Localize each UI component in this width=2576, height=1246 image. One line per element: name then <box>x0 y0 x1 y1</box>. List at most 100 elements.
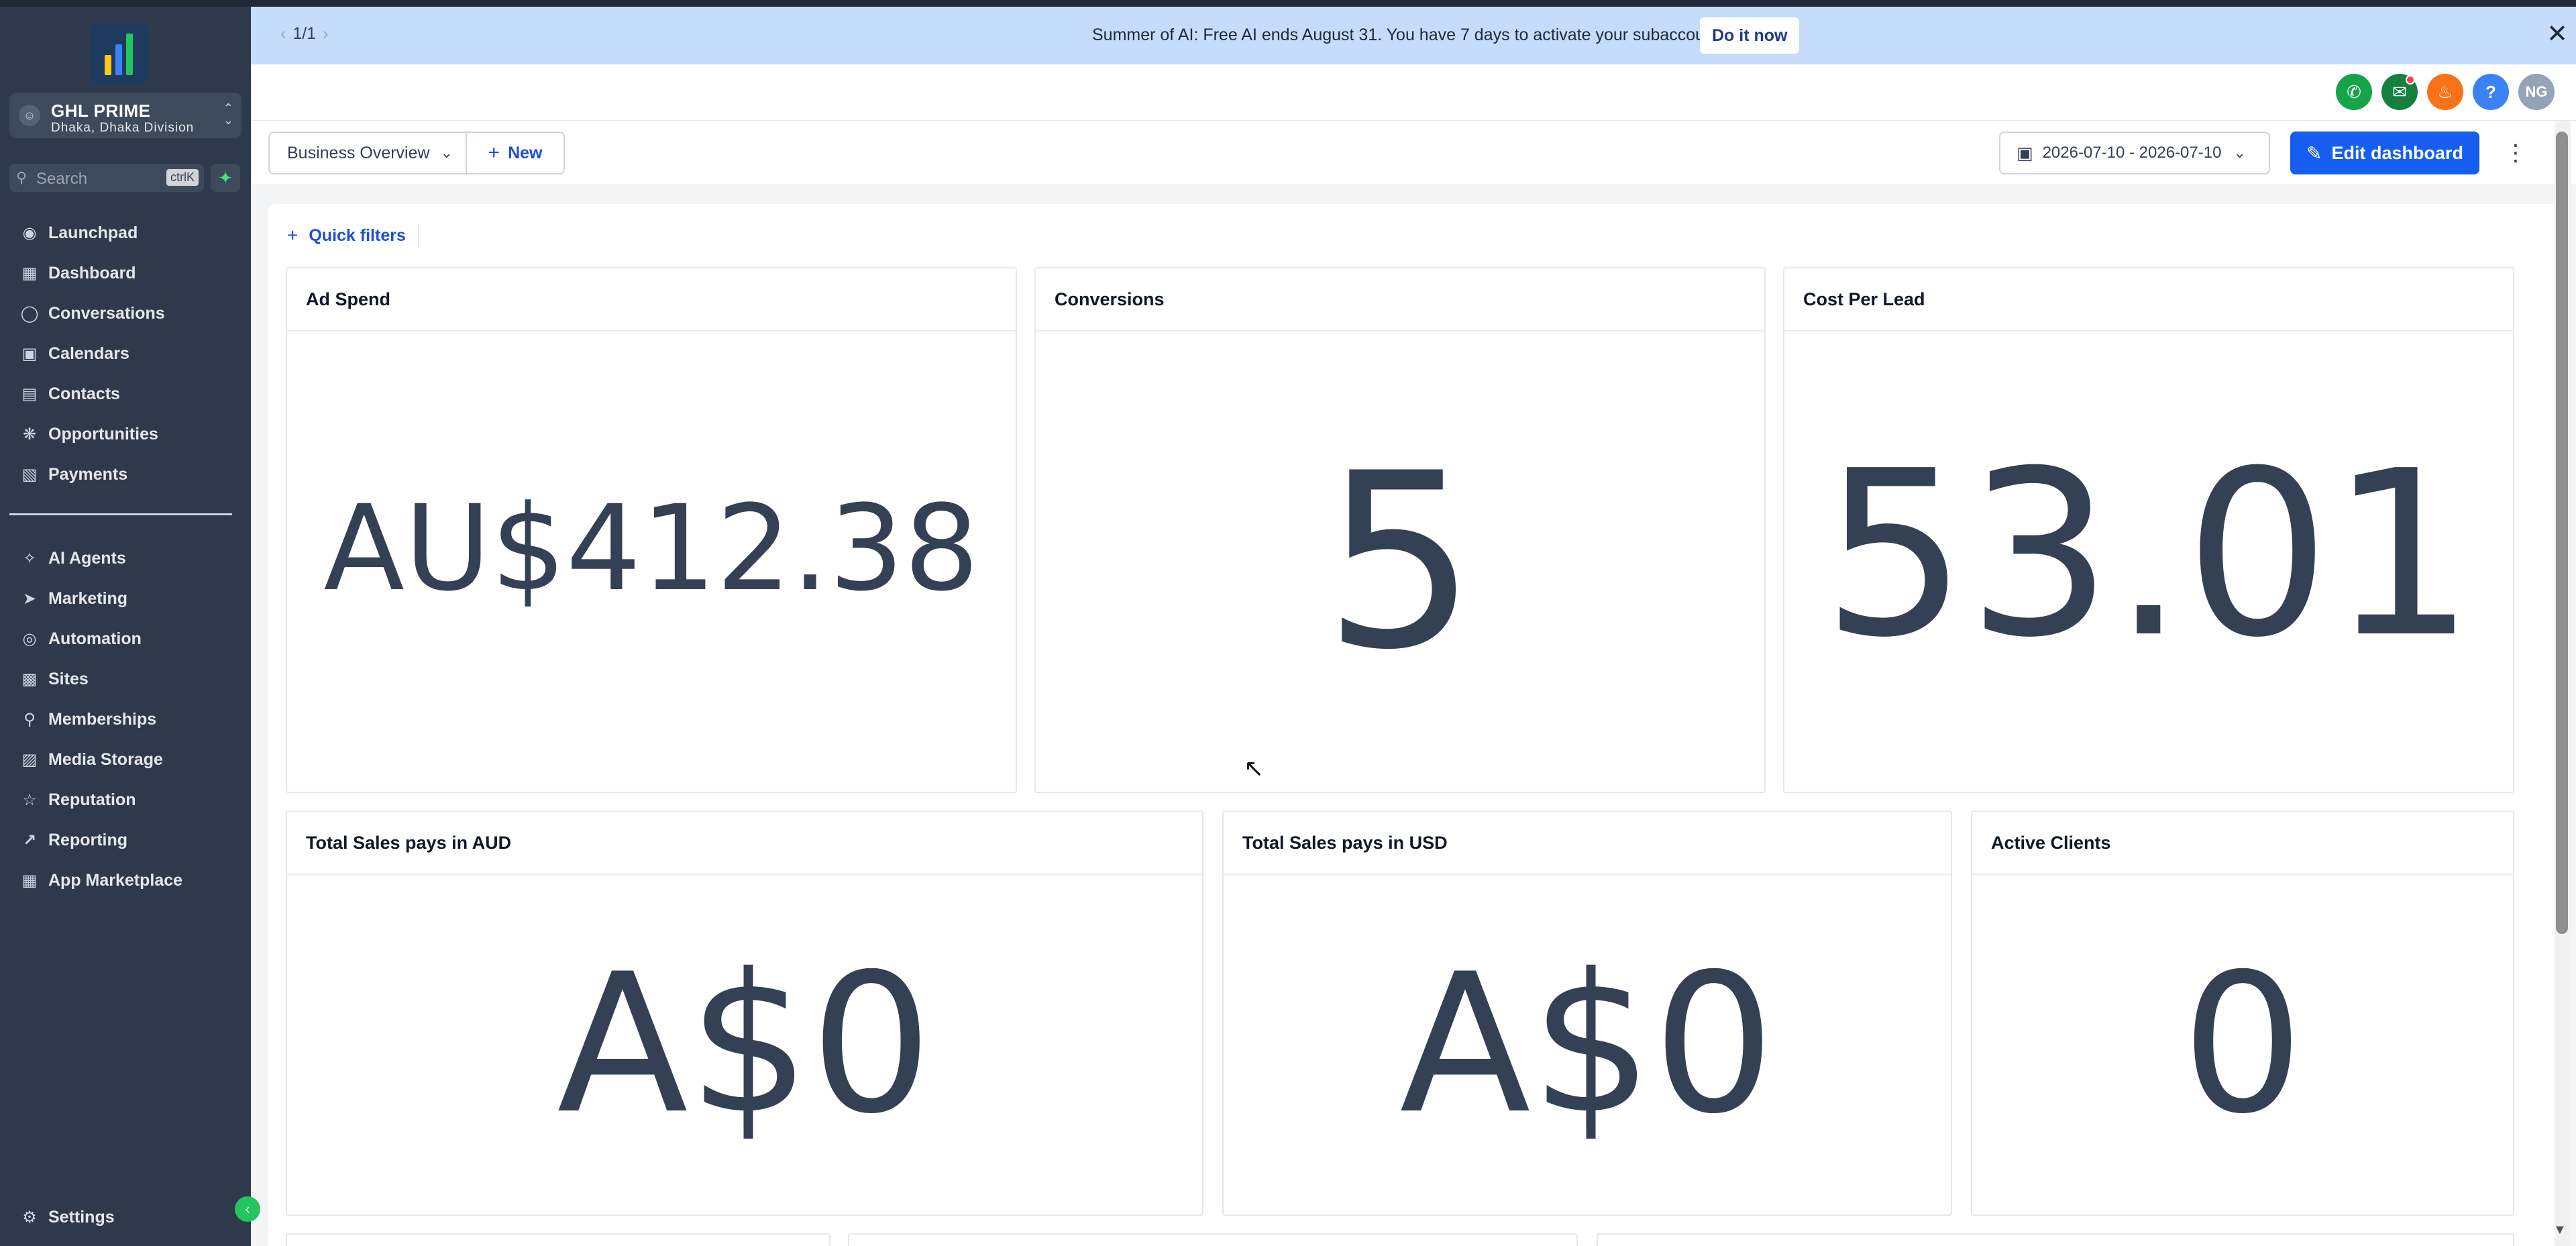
widget-title: Active Clients <box>1972 812 2513 875</box>
sidebar-item-calendars[interactable]: ▣ Calendars <box>0 333 251 374</box>
sidebar-item-settings[interactable]: ⚙ Settings <box>0 1197 251 1237</box>
sidebar-item-ai-agents[interactable]: ✧ AI Agents <box>0 538 251 578</box>
rocket-icon: ◉ <box>22 223 37 242</box>
phone-button[interactable]: ✆ <box>2336 74 2372 110</box>
widget-title: Conversions <box>1036 268 1764 331</box>
receipt-icon: ▧ <box>21 465 38 484</box>
search-icon: ⚲ <box>16 169 28 186</box>
chat-icon: ◯ <box>20 304 39 323</box>
trend-icon: ↗ <box>22 831 37 849</box>
sidebar-item-label: Memberships <box>48 709 157 729</box>
date-range-value: 2026-07-10 - 2026-07-10 <box>2042 144 2222 162</box>
widget-active-clients[interactable]: Active Clients 0 <box>1971 811 2514 1216</box>
widget-value: A$0 <box>557 933 932 1156</box>
plus-icon: + <box>287 225 299 246</box>
sidebar-item-label: Opportunities <box>48 424 158 444</box>
account-location: Dhaka, Dhaka Division <box>51 121 195 135</box>
banner-cta-button[interactable]: Do it now <box>1700 17 1800 54</box>
sidebar-item-label: Automation <box>48 629 142 648</box>
sidebar-item-app-marketplace[interactable]: ▦ App Marketplace <box>0 860 251 900</box>
apps-icon: ▦ <box>21 871 38 890</box>
search-input[interactable]: ⚲ Search ctrlK <box>9 164 204 192</box>
gear-icon: ⚙ <box>22 1208 37 1227</box>
search-placeholder: Search <box>36 170 88 188</box>
widget-cost-per-lead[interactable]: Cost Per Lead 53.01 <box>1783 267 2514 793</box>
user-avatar[interactable]: NG <box>2518 74 2555 110</box>
sidebar-item-label: Settings <box>48 1207 115 1227</box>
app-logo[interactable] <box>90 23 148 85</box>
banner-page-count: 1/1 <box>292 24 317 43</box>
sidebar-item-label: Reputation <box>48 790 136 809</box>
widget-value: AU$412.38 <box>323 479 979 617</box>
sidebar-item-label: Contacts <box>48 384 120 403</box>
sidebar-secondary-nav: ✧ AI Agents ➤ Marketing ◎ Automation ▩ Sites… <box>0 538 251 900</box>
quick-filters-divider <box>417 224 419 247</box>
sidebar-item-memberships[interactable]: ⚲ Memberships <box>0 699 251 739</box>
chevron-right-icon[interactable]: › <box>323 24 328 43</box>
sparkle-button[interactable]: ✦ <box>211 164 240 192</box>
sidebar-item-marketing[interactable]: ➤ Marketing <box>0 578 251 619</box>
widget-value: 5 <box>1323 421 1477 703</box>
widget-card-partial <box>286 1233 830 1246</box>
dashboard-toolbar: Business Overview ⌄ + New ▣ 2026-07-10 -… <box>251 121 2576 185</box>
sidebar-item-conversations[interactable]: ◯ Conversations <box>0 293 251 333</box>
sidebar-item-label: Marketing <box>48 588 128 608</box>
phone-icon: ✆ <box>2347 81 2361 102</box>
megaphone-icon: ✉ <box>2392 81 2407 102</box>
sidebar-item-payments[interactable]: ▧ Payments <box>0 454 251 495</box>
promo-banner: ‹ 1/1 › Summer of AI: Free AI ends August … <box>251 7 2576 64</box>
star-icon: ☆ <box>22 790 37 809</box>
scrollbar-thumb[interactable] <box>2556 132 2568 934</box>
widget-ad-spend[interactable]: Ad Spend AU$412.38 <box>286 267 1017 793</box>
edit-dashboard-button[interactable]: ✎ Edit dashboard <box>2290 132 2479 174</box>
more-options-icon[interactable]: ⋮ <box>2502 133 2529 173</box>
sidebar-item-launchpad[interactable]: ◉ Launchpad <box>0 213 251 253</box>
sidebar-item-reputation[interactable]: ☆ Reputation <box>0 780 251 820</box>
network-icon: ❋ <box>22 425 37 444</box>
widget-conversions[interactable]: Conversions 5 <box>1034 267 1766 793</box>
sidebar-item-reporting[interactable]: ↗ Reporting <box>0 820 251 860</box>
widget-value: 0 <box>2182 933 2304 1156</box>
automation-icon: ◎ <box>22 629 37 648</box>
user-icon: ☺ <box>19 105 40 126</box>
widget-total-sales-usd[interactable]: Total Sales pays in USD A$0 <box>1222 811 1952 1216</box>
sidebar-item-sites[interactable]: ▩ Sites <box>0 659 251 699</box>
widget-card-partial <box>848 1233 1578 1246</box>
quick-filters-label: Quick filters <box>309 225 406 245</box>
chevron-left-icon[interactable]: ‹ <box>280 24 286 43</box>
mouse-cursor-icon: ↖ <box>1244 754 1265 782</box>
sidebar-item-media-storage[interactable]: ▨ Media Storage <box>0 739 251 780</box>
pencil-icon: ✎ <box>2306 142 2322 164</box>
sidebar-item-contacts[interactable]: ▤ Contacts <box>0 374 251 414</box>
new-dashboard-button[interactable]: + New <box>466 132 565 174</box>
sidebar-item-dashboard[interactable]: ▦ Dashboard <box>0 253 251 293</box>
widget-title: Total Sales pays in USD <box>1224 812 1951 875</box>
widget-value: 53.01 <box>1822 422 2475 688</box>
widget-value: A$0 <box>1399 933 1775 1156</box>
sidebar-collapse-button[interactable]: ‹ <box>235 1196 260 1222</box>
widget-total-sales-aud[interactable]: Total Sales pays in AUD A$0 <box>286 811 1203 1216</box>
send-icon: ➤ <box>22 589 37 608</box>
scroll-down-icon[interactable]: ▼ <box>2553 1223 2567 1238</box>
sidebar-item-label: Launchpad <box>48 223 138 242</box>
sidebar-item-automation[interactable]: ◎ Automation <box>0 619 251 659</box>
image-icon: ▨ <box>21 750 38 769</box>
close-icon[interactable]: ✕ <box>2546 19 2568 49</box>
notifications-button[interactable]: ♨ <box>2427 74 2463 110</box>
announcements-button[interactable]: ✉ <box>2381 74 2418 110</box>
sidebar-item-label: AI Agents <box>48 548 126 568</box>
top-header: ✆ ✉ ♨ ? NG <box>251 64 2576 121</box>
sidebar-item-label: App Marketplace <box>48 870 183 890</box>
account-switcher[interactable]: ☺ GHL PRIME Dhaka, Dhaka Division ⌃ ⌄ <box>9 93 241 138</box>
date-range-picker[interactable]: ▣ 2026-07-10 - 2026-07-10 ⌄ <box>1999 132 2270 174</box>
banner-pager: ‹ 1/1 › <box>274 24 335 44</box>
notification-dot <box>2406 75 2415 85</box>
sidebar-item-label: Reporting <box>48 830 128 849</box>
sidebar-item-opportunities[interactable]: ❋ Opportunities <box>0 414 251 454</box>
dashboard-selector[interactable]: Business Overview ⌄ <box>268 132 467 174</box>
help-button[interactable]: ? <box>2473 74 2509 110</box>
widget-title: Ad Spend <box>287 268 1016 331</box>
quick-filters-button[interactable]: + Quick filters <box>287 224 419 247</box>
window-top-strip <box>0 0 2576 7</box>
edit-label: Edit dashboard <box>2331 142 2463 163</box>
